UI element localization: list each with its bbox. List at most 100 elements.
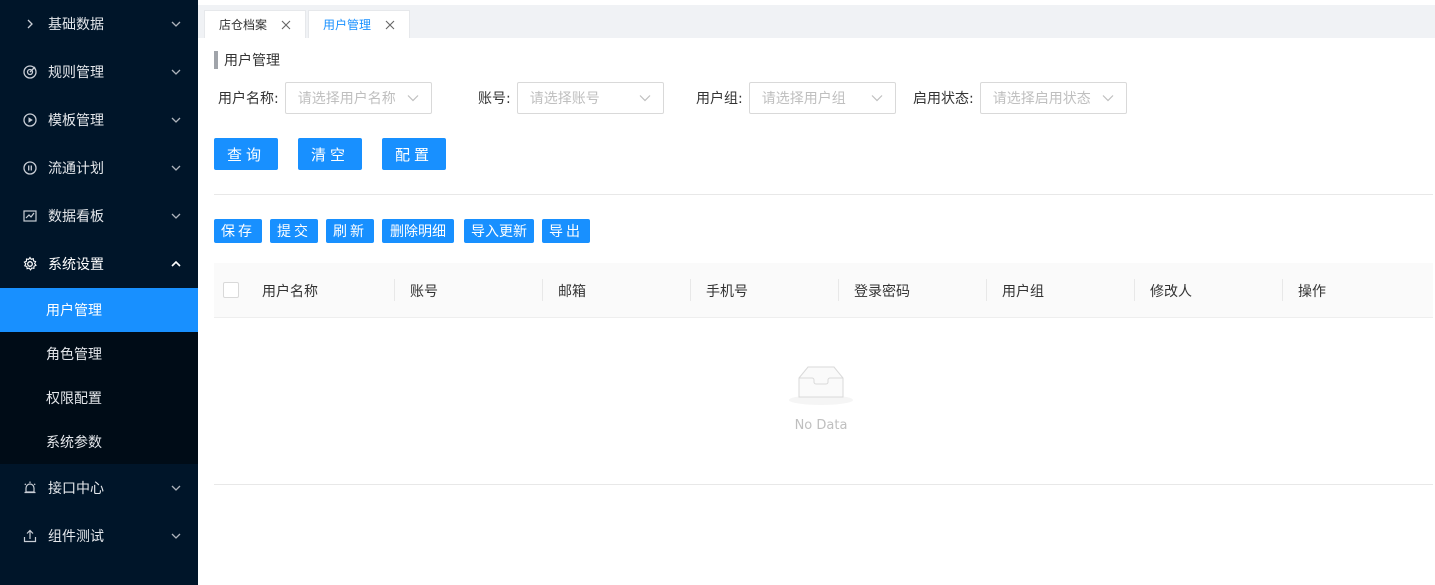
- chevron-down-icon: [871, 93, 883, 103]
- column-separator: [1134, 279, 1135, 301]
- chevron-down-icon: [170, 482, 182, 494]
- menu-item-label: 接口中心: [48, 481, 104, 497]
- tabs-bar: 店仓档案 用户管理: [198, 5, 1435, 38]
- column-separator: [986, 279, 987, 301]
- chevron-down-icon: [170, 114, 182, 126]
- column-header-username[interactable]: 用户名称: [262, 263, 318, 318]
- select-placeholder: 请选择启用状态: [992, 91, 1091, 107]
- menu-item-label: 系统设置: [48, 257, 104, 273]
- system-settings-submenu: 用户管理 角色管理 权限配置 系统参数: [0, 288, 198, 464]
- menu-item-label: 规则管理: [48, 65, 104, 81]
- menu-item-label: 流通计划: [48, 161, 104, 177]
- menu-item-template-management[interactable]: 模板管理: [0, 96, 198, 144]
- chevron-down-icon: [170, 18, 182, 30]
- chevron-up-icon: [170, 258, 182, 270]
- tab-user-management[interactable]: 用户管理: [308, 10, 411, 38]
- filter-username: 用户名称: 请选择用户名称: [218, 82, 432, 114]
- column-header-actions[interactable]: 操作: [1298, 263, 1326, 318]
- column-header-modifier[interactable]: 修改人: [1150, 263, 1192, 318]
- close-icon[interactable]: [385, 20, 395, 30]
- clear-button[interactable]: 清空: [298, 138, 362, 170]
- save-button[interactable]: 保存: [214, 219, 262, 243]
- menu-item-circulation-plan[interactable]: 流通计划: [0, 144, 198, 192]
- tab-label: 用户管理: [323, 18, 372, 32]
- username-select[interactable]: 请选择用户名称: [284, 82, 432, 114]
- filter-label: 账号:: [478, 91, 511, 107]
- sidebar: 基础数据 规则管理 模板管理 流通计划 数据看板 系统设置 用户管理 角色管理 …: [0, 0, 198, 585]
- chevron-down-icon: [170, 162, 182, 174]
- query-button[interactable]: 查询: [214, 138, 278, 170]
- table-body: No Data: [214, 318, 1433, 485]
- select-all-checkbox[interactable]: [223, 282, 239, 298]
- column-header-password[interactable]: 登录密码: [854, 263, 910, 318]
- filter-label: 用户名称:: [218, 91, 279, 107]
- tab-label: 店仓档案: [219, 18, 268, 32]
- filter-label: 用户组:: [696, 91, 743, 107]
- select-placeholder: 请选择用户名称: [297, 91, 396, 107]
- chevron-right-icon: [22, 16, 38, 32]
- chevron-down-icon: [407, 93, 419, 103]
- chevron-down-icon: [1102, 93, 1114, 103]
- users-table: 用户名称 账号 邮箱 手机号 登录密码 用户组 修改人 操作 No Data: [214, 263, 1433, 485]
- column-separator: [690, 279, 691, 301]
- filter-account: 账号: 请选择账号: [478, 82, 664, 114]
- menu-item-label: 模板管理: [48, 113, 104, 129]
- alarm-icon: [22, 480, 38, 496]
- account-select[interactable]: 请选择账号: [516, 82, 664, 114]
- pause-circle-icon: [22, 160, 38, 176]
- menu-item-rule-management[interactable]: 规则管理: [0, 48, 198, 96]
- empty-inbox-icon: [789, 366, 853, 405]
- column-header-user-group[interactable]: 用户组: [1002, 263, 1044, 318]
- gear-icon: [22, 256, 38, 272]
- page-title: 用户管理: [214, 50, 280, 70]
- menu-item-system-settings[interactable]: 系统设置: [0, 240, 198, 288]
- divider: [214, 194, 1433, 195]
- column-separator: [838, 279, 839, 301]
- column-separator: [1282, 279, 1283, 301]
- column-separator: [394, 279, 395, 301]
- menu-item-label: 组件测试: [48, 529, 104, 545]
- chevron-down-icon: [170, 210, 182, 222]
- menu-item-label: 基础数据: [48, 17, 104, 33]
- chevron-down-icon: [170, 530, 182, 542]
- menu-item-component-test[interactable]: 组件测试: [0, 512, 198, 560]
- submenu-item-user-management[interactable]: 用户管理: [0, 288, 198, 332]
- empty-text: No Data: [794, 418, 848, 433]
- table-header: 用户名称 账号 邮箱 手机号 登录密码 用户组 修改人 操作: [214, 263, 1433, 318]
- chevron-down-icon: [170, 66, 182, 78]
- line-chart-icon: [22, 208, 38, 224]
- submenu-item-system-params[interactable]: 系统参数: [0, 420, 198, 464]
- submit-button[interactable]: 提交: [270, 219, 318, 243]
- menu-item-data-dashboard[interactable]: 数据看板: [0, 192, 198, 240]
- filter-enable-status: 启用状态: 请选择启用状态: [913, 82, 1127, 114]
- column-header-account[interactable]: 账号: [410, 263, 438, 318]
- user-group-select[interactable]: 请选择用户组: [748, 82, 896, 114]
- tab-store-archive[interactable]: 店仓档案: [204, 10, 307, 38]
- target-icon: [22, 64, 38, 80]
- filter-row: 用户名称: 请选择用户名称 账号: 请选择账号 用户组: 请选择用户组 启用状态…: [214, 82, 1433, 114]
- select-placeholder: 请选择用户组: [761, 91, 846, 107]
- title-marker: [214, 51, 218, 69]
- column-header-email[interactable]: 邮箱: [558, 263, 586, 318]
- config-button[interactable]: 配置: [382, 138, 446, 170]
- column-header-phone[interactable]: 手机号: [706, 263, 748, 318]
- chevron-down-icon: [639, 93, 651, 103]
- column-separator: [542, 279, 543, 301]
- refresh-button[interactable]: 刷新: [326, 219, 374, 243]
- enable-status-select[interactable]: 请选择启用状态: [979, 82, 1127, 114]
- submenu-item-role-management[interactable]: 角色管理: [0, 332, 198, 376]
- import-update-button[interactable]: 导入更新: [464, 219, 534, 243]
- close-icon[interactable]: [281, 20, 291, 30]
- play-circle-icon: [22, 112, 38, 128]
- upload-icon: [22, 528, 38, 544]
- submenu-item-permission-config[interactable]: 权限配置: [0, 376, 198, 420]
- menu-item-basic-data[interactable]: 基础数据: [0, 0, 198, 48]
- menu-item-label: 数据看板: [48, 209, 104, 225]
- delete-detail-button[interactable]: 删除明细: [382, 219, 454, 243]
- filter-user-group: 用户组: 请选择用户组: [696, 82, 896, 114]
- filter-label: 启用状态:: [913, 91, 974, 107]
- select-placeholder: 请选择账号: [529, 91, 600, 107]
- export-button[interactable]: 导出: [542, 219, 590, 243]
- menu-item-interface-center[interactable]: 接口中心: [0, 464, 198, 512]
- page-title-text: 用户管理: [224, 53, 280, 69]
